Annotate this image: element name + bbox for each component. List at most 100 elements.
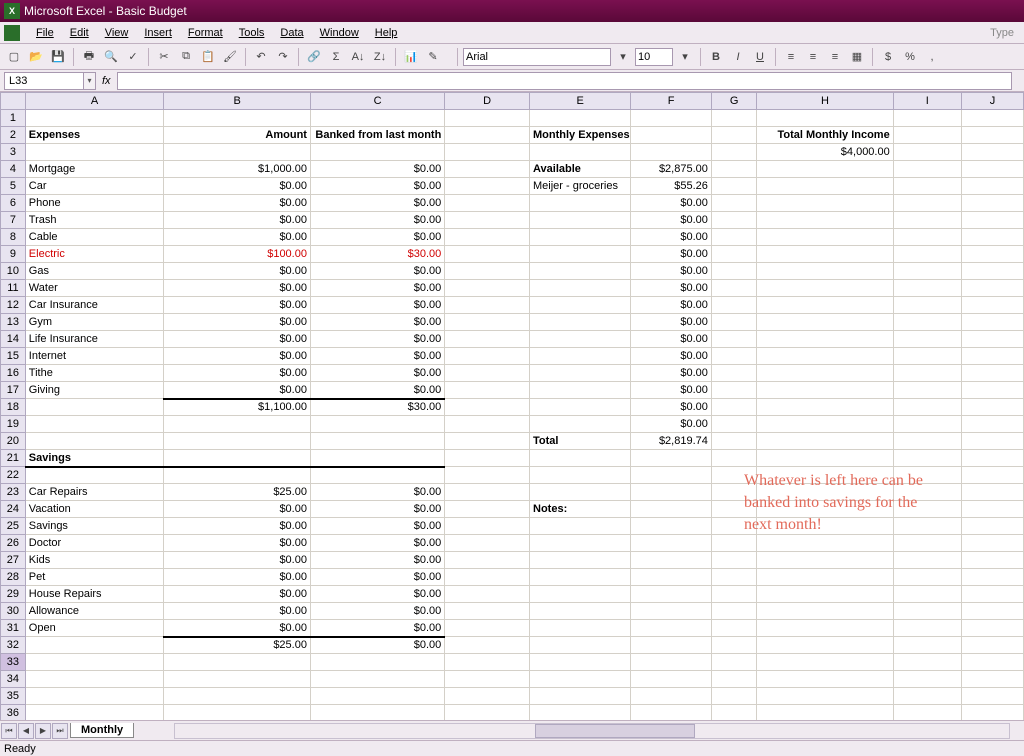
- row-header-1[interactable]: 1: [1, 110, 26, 127]
- cell-E14[interactable]: [530, 331, 631, 348]
- menu-insert[interactable]: Insert: [136, 25, 180, 41]
- cell-F24[interactable]: [631, 501, 712, 518]
- cell-E28[interactable]: [530, 569, 631, 586]
- cell-B18[interactable]: $1,100.00: [164, 399, 311, 416]
- cell-I6[interactable]: [893, 195, 961, 212]
- cell-J32[interactable]: [961, 637, 1023, 654]
- cell-E11[interactable]: [530, 280, 631, 297]
- cell-J33[interactable]: [961, 654, 1023, 671]
- cell-H34[interactable]: [757, 671, 893, 688]
- cell-G10[interactable]: [711, 263, 756, 280]
- cell-J9[interactable]: [961, 246, 1023, 263]
- cell-G2[interactable]: [711, 127, 756, 144]
- cell-C33[interactable]: [310, 654, 444, 671]
- cell-D30[interactable]: [445, 603, 530, 620]
- cell-G17[interactable]: [711, 382, 756, 399]
- cell-G6[interactable]: [711, 195, 756, 212]
- font-dropdown-icon[interactable]: ▾: [613, 47, 633, 67]
- cell-B27[interactable]: $0.00: [164, 552, 311, 569]
- name-box-dropdown-icon[interactable]: ▾: [84, 72, 96, 90]
- cell-A29[interactable]: House Repairs: [25, 586, 163, 603]
- cell-D28[interactable]: [445, 569, 530, 586]
- cell-D9[interactable]: [445, 246, 530, 263]
- cell-J21[interactable]: [961, 450, 1023, 467]
- print-icon[interactable]: 🖶: [79, 47, 99, 67]
- row-header-31[interactable]: 31: [1, 620, 26, 637]
- cell-E5[interactable]: Meijer - groceries: [530, 178, 631, 195]
- cell-I30[interactable]: [893, 603, 961, 620]
- cell-G33[interactable]: [711, 654, 756, 671]
- cell-C15[interactable]: $0.00: [310, 348, 444, 365]
- cell-H7[interactable]: [757, 212, 893, 229]
- row-header-19[interactable]: 19: [1, 416, 26, 433]
- cell-D5[interactable]: [445, 178, 530, 195]
- cell-I20[interactable]: [893, 433, 961, 450]
- cell-I26[interactable]: [893, 535, 961, 552]
- cell-J12[interactable]: [961, 297, 1023, 314]
- formula-bar[interactable]: [117, 72, 1012, 90]
- cell-H31[interactable]: [757, 620, 893, 637]
- cell-E23[interactable]: [530, 484, 631, 501]
- cell-F27[interactable]: [631, 552, 712, 569]
- cell-C1[interactable]: [310, 110, 444, 127]
- cell-D10[interactable]: [445, 263, 530, 280]
- cell-G3[interactable]: [711, 144, 756, 161]
- cell-D4[interactable]: [445, 161, 530, 178]
- row-header-5[interactable]: 5: [1, 178, 26, 195]
- cell-J8[interactable]: [961, 229, 1023, 246]
- cell-H16[interactable]: [757, 365, 893, 382]
- cell-D35[interactable]: [445, 688, 530, 705]
- cell-G29[interactable]: [711, 586, 756, 603]
- cell-C5[interactable]: $0.00: [310, 178, 444, 195]
- cell-G30[interactable]: [711, 603, 756, 620]
- cell-B35[interactable]: [164, 688, 311, 705]
- cell-F1[interactable]: [631, 110, 712, 127]
- cell-I21[interactable]: [893, 450, 961, 467]
- cell-I19[interactable]: [893, 416, 961, 433]
- cell-E7[interactable]: [530, 212, 631, 229]
- cell-F5[interactable]: $55.26: [631, 178, 712, 195]
- align-left-icon[interactable]: ≡: [781, 47, 801, 67]
- cell-J35[interactable]: [961, 688, 1023, 705]
- cell-B12[interactable]: $0.00: [164, 297, 311, 314]
- sort-desc-icon[interactable]: Z↓: [370, 47, 390, 67]
- cell-F7[interactable]: $0.00: [631, 212, 712, 229]
- cell-I12[interactable]: [893, 297, 961, 314]
- cell-E34[interactable]: [530, 671, 631, 688]
- row-header-26[interactable]: 26: [1, 535, 26, 552]
- cell-F17[interactable]: $0.00: [631, 382, 712, 399]
- cell-C3[interactable]: [310, 144, 444, 161]
- row-header-14[interactable]: 14: [1, 331, 26, 348]
- row-header-32[interactable]: 32: [1, 637, 26, 654]
- cell-D22[interactable]: [445, 467, 530, 484]
- cell-H13[interactable]: [757, 314, 893, 331]
- cell-E10[interactable]: [530, 263, 631, 280]
- chart-icon[interactable]: 📊: [401, 47, 421, 67]
- cell-E9[interactable]: [530, 246, 631, 263]
- col-header-G[interactable]: G: [711, 93, 756, 110]
- menu-data[interactable]: Data: [272, 25, 311, 41]
- cell-C36[interactable]: [310, 705, 444, 721]
- row-header-35[interactable]: 35: [1, 688, 26, 705]
- cell-F32[interactable]: [631, 637, 712, 654]
- col-header-H[interactable]: H: [757, 93, 893, 110]
- row-header-21[interactable]: 21: [1, 450, 26, 467]
- cell-B2[interactable]: Amount: [164, 127, 311, 144]
- cell-E4[interactable]: Available: [530, 161, 631, 178]
- cell-I25[interactable]: [893, 518, 961, 535]
- cell-H12[interactable]: [757, 297, 893, 314]
- cell-D27[interactable]: [445, 552, 530, 569]
- format-painter-icon[interactable]: 🖌: [220, 47, 240, 67]
- cell-H24[interactable]: [757, 501, 893, 518]
- cell-D16[interactable]: [445, 365, 530, 382]
- cell-H4[interactable]: [757, 161, 893, 178]
- cell-B13[interactable]: $0.00: [164, 314, 311, 331]
- cell-I4[interactable]: [893, 161, 961, 178]
- cell-H20[interactable]: [757, 433, 893, 450]
- cell-I29[interactable]: [893, 586, 961, 603]
- cell-A11[interactable]: Water: [25, 280, 163, 297]
- cell-D15[interactable]: [445, 348, 530, 365]
- cell-G13[interactable]: [711, 314, 756, 331]
- drawing-icon[interactable]: ✎: [423, 47, 443, 67]
- cell-H17[interactable]: [757, 382, 893, 399]
